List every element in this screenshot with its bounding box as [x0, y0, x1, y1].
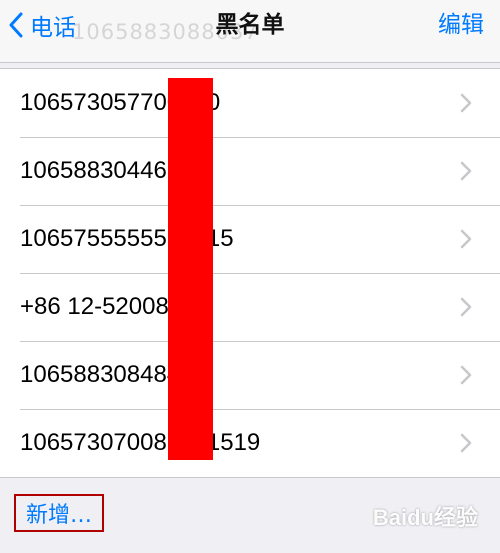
chevron-right-icon	[460, 365, 472, 385]
add-new-label: 新增…	[25, 503, 92, 528]
list-item[interactable]: 106573057700970	[0, 69, 500, 137]
list-item[interactable]: 106588308484	[0, 341, 500, 409]
blocked-numbers-list: 106573057700970 106588304468 10657555555…	[0, 68, 500, 478]
page-title: 黑名单	[215, 12, 285, 38]
chevron-right-icon	[460, 229, 472, 249]
chevron-right-icon	[460, 433, 472, 453]
list-item[interactable]: 106573070081591519	[0, 409, 500, 477]
list-item[interactable]: +86 12-5200807	[0, 273, 500, 341]
edit-button[interactable]: 编辑	[438, 10, 484, 40]
phone-number: 106573070081591519	[20, 429, 261, 456]
add-new-button[interactable]: 新增…	[14, 494, 104, 532]
navigation-bar: 1065883088037 电话 黑名单 编辑	[0, 0, 500, 63]
watermark-logo: Baidu经验	[372, 505, 478, 530]
chevron-right-icon	[460, 93, 472, 113]
chevron-right-icon	[460, 161, 472, 181]
redaction-bar	[168, 78, 213, 460]
chevron-right-icon	[460, 297, 472, 317]
phone-number: 106588308484	[20, 361, 180, 388]
list-item[interactable]: 106588304468	[0, 137, 500, 205]
phone-number: 106588304468	[20, 157, 180, 184]
list-item[interactable]: 1065755555527815	[0, 205, 500, 273]
